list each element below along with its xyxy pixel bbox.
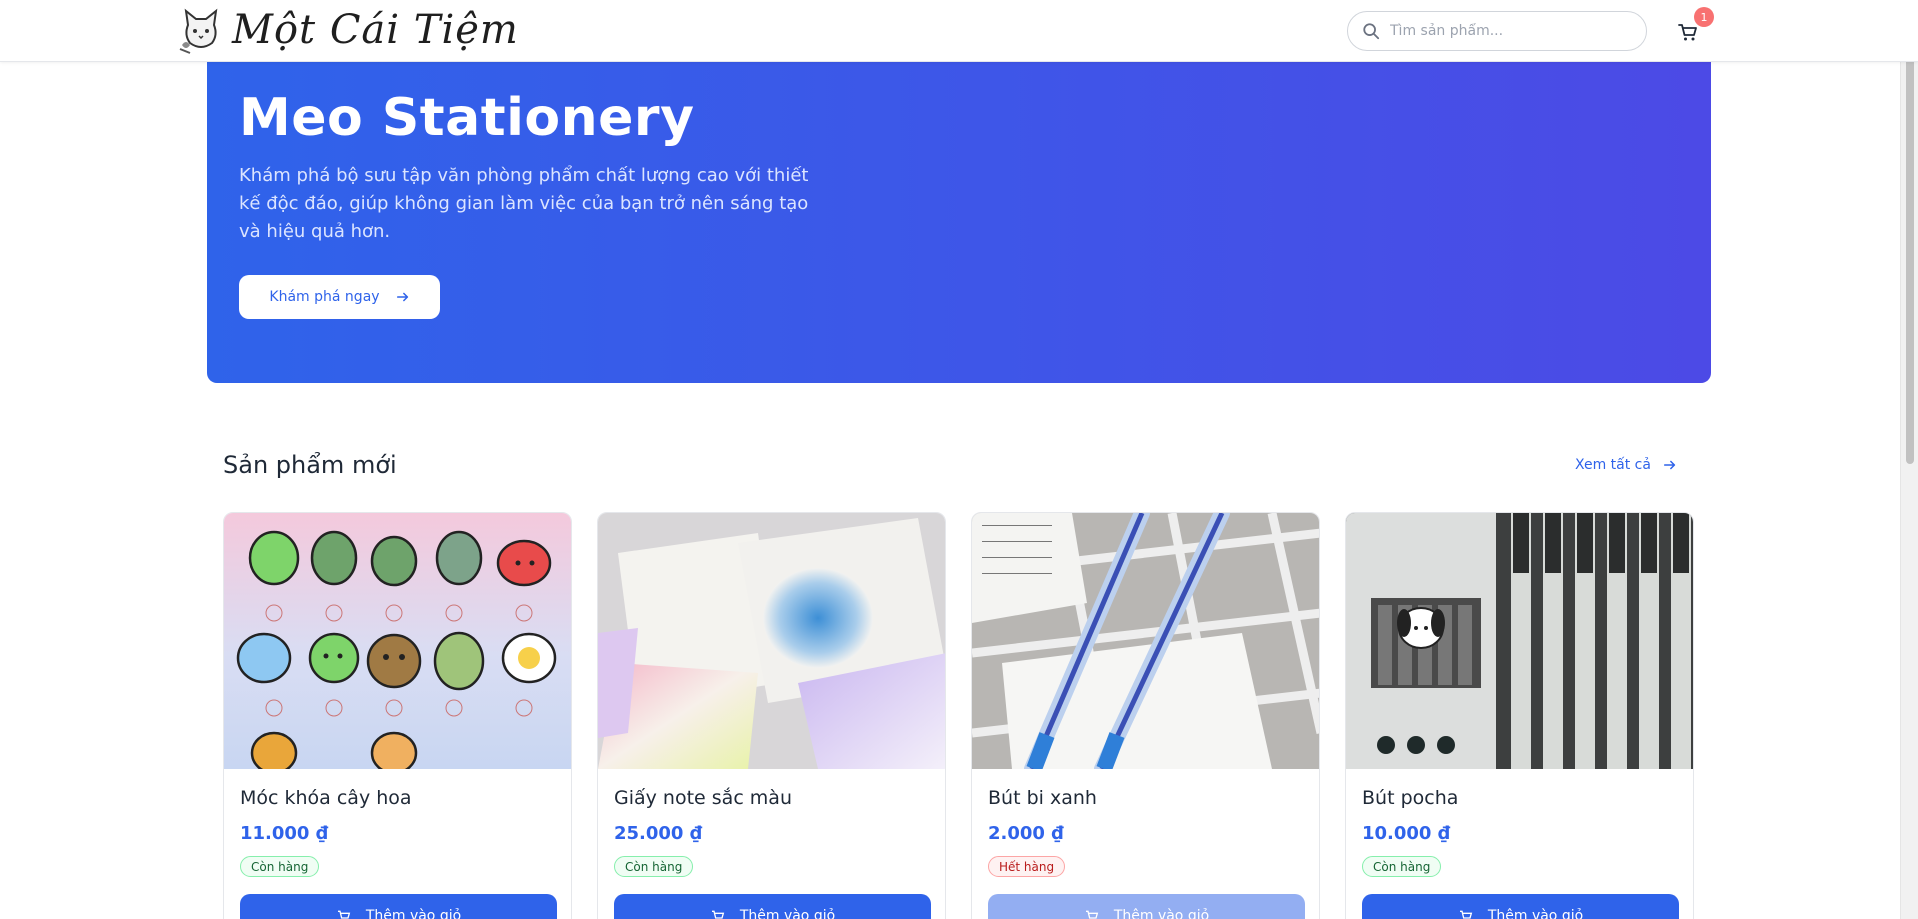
product-card[interactable]: Bút bi xanh 2.000 ₫ Hết hàng Thêm vào gi… bbox=[971, 512, 1320, 919]
product-price: 10.000 ₫ bbox=[1362, 823, 1451, 844]
add-to-cart-label: Thêm vào giỏ bbox=[1113, 908, 1210, 919]
cart-icon bbox=[1459, 910, 1473, 919]
blue-pen-illustration bbox=[972, 513, 1319, 769]
stock-status-badge: Còn hàng bbox=[240, 856, 320, 877]
search-icon bbox=[1363, 23, 1380, 40]
page-scrollbar[interactable] bbox=[1900, 0, 1918, 919]
site-header: Một Cái Tiệm 1 bbox=[0, 0, 1918, 62]
hero-description: Khám phá bộ sưu tập văn phòng phẩm chất … bbox=[239, 165, 809, 242]
product-card[interactable]: Giấy note sắc màu 25.000 ₫ Còn hàng Thêm… bbox=[597, 512, 946, 919]
section-title: Sản phẩm mới bbox=[223, 451, 397, 479]
site-logo[interactable]: Một Cái Tiệm bbox=[176, 4, 519, 56]
add-to-cart-button[interactable]: Thêm vào giỏ bbox=[1362, 894, 1679, 919]
search-box[interactable] bbox=[1347, 11, 1647, 51]
search-input[interactable] bbox=[1390, 23, 1630, 39]
add-to-cart-label: Thêm vào giỏ bbox=[365, 908, 462, 919]
hero-title: Meo Stationery bbox=[239, 88, 695, 148]
sticky-notes-illustration bbox=[598, 518, 945, 769]
product-image-pochacco-pens[interactable] bbox=[1346, 513, 1693, 769]
stock-status-badge: Còn hàng bbox=[614, 856, 694, 877]
scrollbar-thumb[interactable] bbox=[1906, 2, 1914, 464]
product-price: 2.000 ₫ bbox=[988, 823, 1064, 844]
product-name[interactable]: Giấy note sắc màu bbox=[614, 787, 792, 809]
product-image-blue-pen[interactable] bbox=[972, 513, 1319, 769]
add-to-cart-button[interactable]: Thêm vào giỏ bbox=[988, 894, 1305, 919]
cart-icon bbox=[711, 910, 725, 919]
page: Một Cái Tiệm 1 Meo Stationery Khám phá b… bbox=[0, 0, 1918, 919]
stock-status-badge: Hết hàng bbox=[988, 856, 1066, 877]
product-image-sticky-notes[interactable] bbox=[598, 513, 945, 769]
product-name[interactable]: Bút pocha bbox=[1362, 787, 1458, 809]
product-card[interactable]: Móc khóa cây hoa 11.000 ₫ Còn hàng Thêm … bbox=[223, 512, 572, 919]
cart-count-badge: 1 bbox=[1694, 7, 1714, 27]
logo-text: Một Cái Tiệm bbox=[232, 7, 519, 53]
see-all-label: Xem tất cả bbox=[1575, 457, 1651, 473]
add-to-cart-label: Thêm vào giỏ bbox=[1487, 908, 1584, 919]
add-to-cart-button[interactable]: Thêm vào giỏ bbox=[240, 894, 557, 919]
keychains-illustration bbox=[236, 530, 557, 769]
explore-now-button[interactable]: Khám phá ngay bbox=[239, 275, 440, 319]
pochacco-pens-illustration bbox=[1346, 513, 1691, 769]
product-image-keychains[interactable] bbox=[224, 513, 571, 769]
product-name[interactable]: Bút bi xanh bbox=[988, 787, 1097, 809]
add-to-cart-button[interactable]: Thêm vào giỏ bbox=[614, 894, 931, 919]
arrow-right-icon bbox=[1663, 460, 1676, 470]
cat-logo-icon bbox=[179, 8, 218, 54]
product-price: 11.000 ₫ bbox=[240, 823, 329, 844]
arrow-right-icon bbox=[396, 292, 408, 302]
product-name[interactable]: Móc khóa cây hoa bbox=[240, 787, 412, 809]
explore-now-label: Khám phá ngay bbox=[269, 289, 380, 305]
product-card[interactable]: Bút pocha 10.000 ₫ Còn hàng Thêm vào giỏ bbox=[1345, 512, 1694, 919]
hero-banner: Meo Stationery Khám phá bộ sưu tập văn p… bbox=[207, 62, 1711, 383]
cart-icon bbox=[337, 910, 351, 919]
add-to-cart-label: Thêm vào giỏ bbox=[739, 908, 836, 919]
see-all-link[interactable]: Xem tất cả bbox=[1575, 457, 1677, 473]
product-price: 25.000 ₫ bbox=[614, 823, 703, 844]
cart-icon bbox=[1085, 910, 1099, 919]
stock-status-badge: Còn hàng bbox=[1362, 856, 1442, 877]
